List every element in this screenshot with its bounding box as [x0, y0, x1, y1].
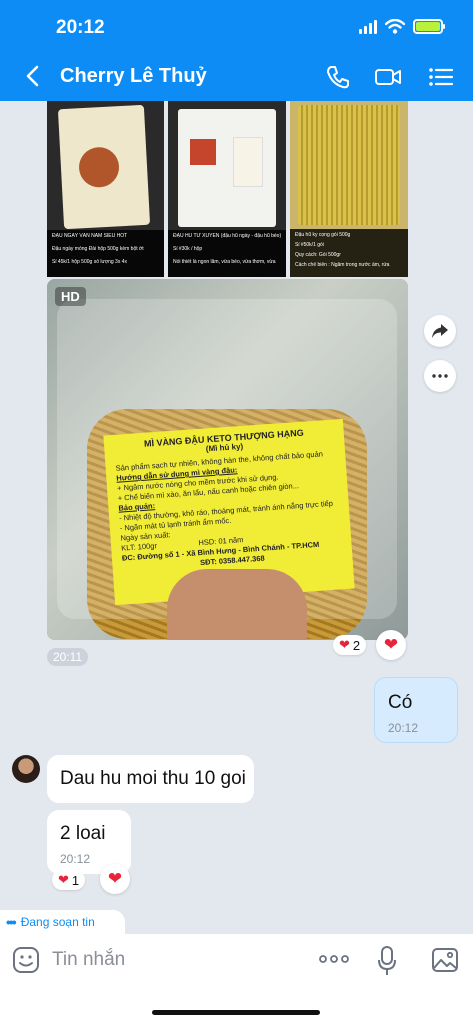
- message-time: 20:12: [388, 721, 419, 735]
- tofu-pack-image: [178, 109, 276, 227]
- top-bar: 20:12 Cherry Lê Thuỷ: [0, 0, 473, 101]
- video-call-icon[interactable]: [373, 62, 403, 92]
- message-text: Có: [388, 692, 413, 713]
- status-icons: [359, 19, 445, 34]
- react-heart-button[interactable]: ❤: [376, 630, 406, 660]
- message-time: 20:12: [60, 852, 91, 866]
- home-indicator: [152, 1010, 320, 1015]
- signal-icon: [359, 19, 377, 34]
- react-heart-button[interactable]: ❤: [100, 864, 130, 894]
- heart-icon: ❤: [107, 869, 123, 888]
- thumb-caption-line: ĐẬU HŨ TỨ XUYÊN (đậu hũ ngày - đậu hũ bé…: [173, 233, 281, 239]
- chat-title[interactable]: Cherry Lê Thuỷ: [60, 65, 207, 88]
- typing-text: Đang soạn tin: [20, 915, 95, 929]
- hd-badge: HD: [55, 287, 86, 306]
- thumb-caption-line: Sỉ 45k/1 hộp 500g số lượng 3s 4x: [52, 259, 128, 265]
- thumb-caption-line: Cách chế biến : Ngâm trong nước ấm, rửa: [295, 262, 390, 268]
- shared-image-thumb-1[interactable]: ĐẬU NGÂY VÂN NAM SIÊU HOT Đậu ngày mỏng …: [47, 101, 164, 277]
- message-text: Dau hu moi thu 10 goi: [60, 768, 246, 789]
- product-photo[interactable]: HD MÌ VÀNG ĐẬU KETO THƯỢNG HẠNG (Mì hủ k…: [47, 279, 408, 640]
- reaction-count: 1: [71, 872, 80, 888]
- forward-arrow-icon: [432, 324, 448, 338]
- phone-call-icon[interactable]: [323, 62, 353, 92]
- heart-icon: ❤: [383, 635, 399, 654]
- thumb-caption-line: Sỉ #30k / hộp: [173, 246, 203, 252]
- photo-reaction-summary[interactable]: ❤ 2: [333, 635, 367, 655]
- message-text: 2 loai: [60, 823, 106, 844]
- emoji-sticker-icon[interactable]: [12, 946, 40, 974]
- typing-indicator: ••• Đang soạn tin: [0, 910, 125, 934]
- menu-list-icon[interactable]: [426, 62, 456, 92]
- contact-avatar[interactable]: [12, 755, 40, 783]
- thumb-caption-line: Đậu hũ ky cọng gói 500g: [295, 232, 351, 238]
- image-gallery-icon[interactable]: [431, 946, 459, 974]
- shared-image-thumb-2[interactable]: ĐẬU HŨ TỨ XUYÊN (đậu hũ ngày - đậu hũ bé…: [168, 101, 286, 277]
- thumb-caption: Đậu hũ ky cọng gói 500g Sỉ #50k/1 gói Qu…: [290, 229, 408, 277]
- more-dots-icon: [432, 374, 448, 378]
- thumb-caption-line: ĐẬU NGÂY VÂN NAM SIÊU HOT: [52, 233, 128, 239]
- microphone-icon[interactable]: [377, 946, 397, 976]
- thumb-caption: ĐẬU NGÂY VÂN NAM SIÊU HOT Đậu ngày mỏng …: [47, 230, 164, 277]
- message-reaction-summary[interactable]: ❤ 1: [52, 870, 86, 890]
- more-options-button[interactable]: [424, 360, 456, 392]
- heart-icon: ❤: [339, 637, 350, 652]
- heart-icon: ❤: [58, 872, 69, 887]
- thumb-caption: ĐẬU HŨ TỨ XUYÊN (đậu hũ ngày - đậu hũ bé…: [168, 230, 286, 277]
- battery-icon: [413, 19, 445, 34]
- thumb-caption-line: Nói thiết là ngon lắm, vừa béo, vừa thơm…: [173, 259, 276, 265]
- more-dots-icon[interactable]: [318, 954, 350, 964]
- message-input[interactable]: Tin nhắn: [52, 949, 125, 971]
- thumb-caption-line: Sỉ #50k/1 gói: [295, 242, 324, 248]
- incoming-message[interactable]: Dau hu moi thu 10 goi: [47, 755, 254, 803]
- status-time: 20:12: [56, 17, 105, 38]
- forward-button[interactable]: [424, 315, 456, 347]
- thumb-caption-line: Đậu ngày mỏng Đài hộp 500g kèm bột ớt: [52, 246, 144, 252]
- yuba-noodles-image: [298, 105, 400, 225]
- reaction-count: 2: [352, 637, 361, 653]
- typing-dots-icon: •••: [6, 914, 17, 930]
- outgoing-message[interactable]: Có 20:12: [374, 677, 458, 743]
- chat-header: Cherry Lê Thuỷ: [0, 56, 473, 98]
- tofu-tray-image: [57, 104, 151, 230]
- wifi-icon: [385, 19, 405, 34]
- back-arrow-icon[interactable]: [20, 62, 48, 90]
- shared-image-thumb-3[interactable]: Đậu hũ ky cọng gói 500g Sỉ #50k/1 gói Qu…: [290, 101, 408, 277]
- composer-bar: Tin nhắn: [0, 934, 473, 1024]
- photo-timestamp: 20:11: [47, 648, 89, 666]
- thumb-caption-line: Quy cách: Gói 500gr: [295, 252, 341, 258]
- hand: [167, 569, 307, 640]
